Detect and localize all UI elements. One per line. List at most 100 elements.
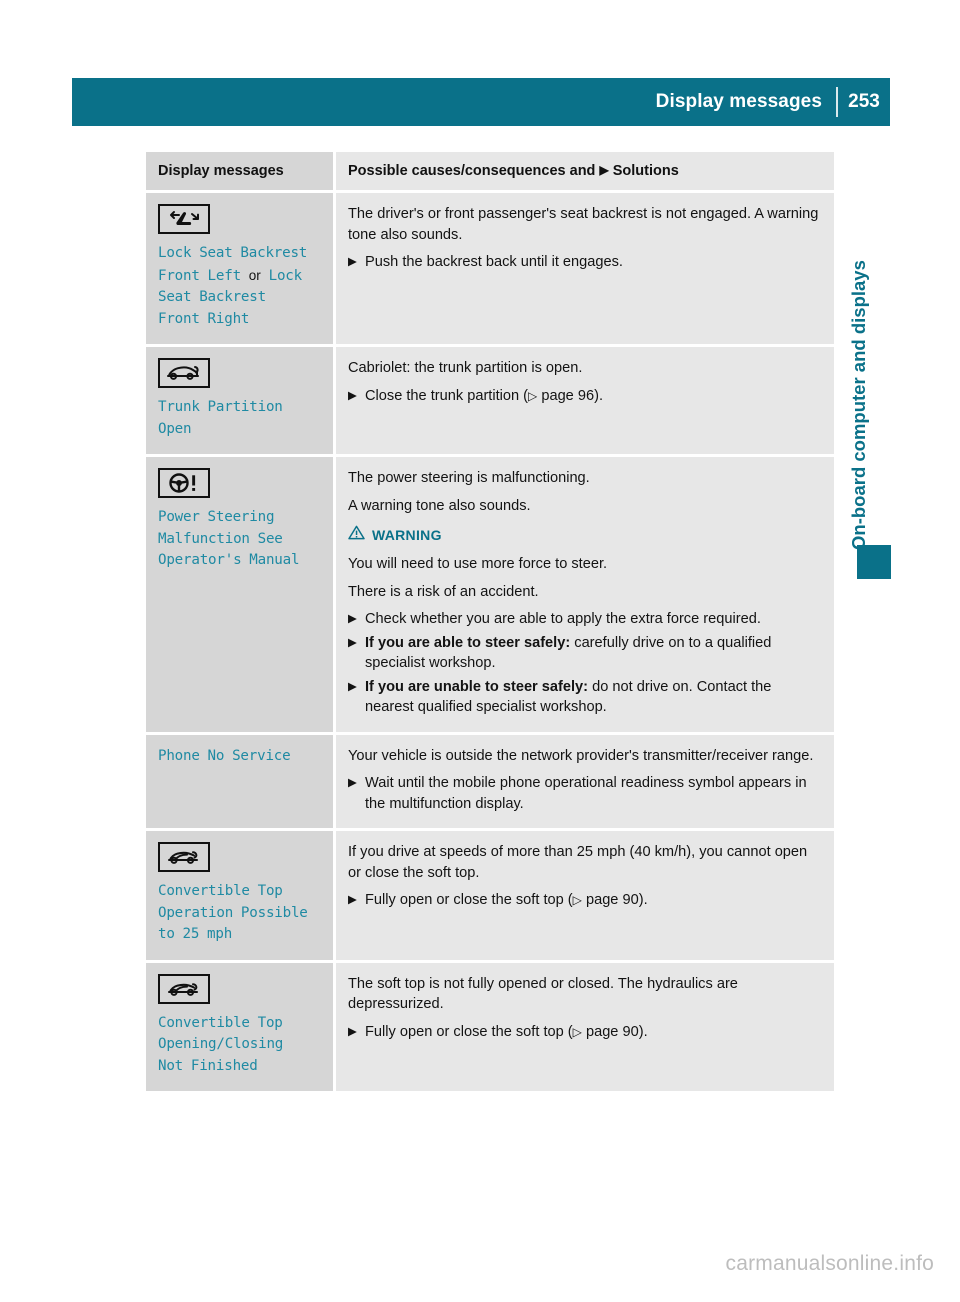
step-bold-lead: If you are unable to steer safely: bbox=[365, 678, 589, 695]
message-cell: Convertible Top Operation Possible to 25… bbox=[146, 831, 336, 960]
message-line: Power Steering bbox=[158, 509, 275, 525]
table-row: Convertible Top Opening/Closing Not Fini… bbox=[146, 962, 834, 1091]
page-reference: ▷ page 96). bbox=[528, 388, 603, 404]
solution-paragraph: The soft top is not fully opened or clos… bbox=[348, 975, 738, 1013]
page-title: Display messages bbox=[655, 91, 822, 112]
message-conjunction: or bbox=[248, 267, 261, 283]
message-text: Phone No Service bbox=[158, 746, 321, 768]
step-text: Push the backrest back until it engages. bbox=[365, 254, 623, 270]
solution-cell: The driver's or front passenger's seat b… bbox=[336, 193, 834, 344]
page-ref-arrow-icon: ▷ bbox=[572, 1024, 582, 1039]
table-row: Trunk Partition Open Cabriolet: the trun… bbox=[146, 347, 834, 457]
page-reference: ▷ page 90). bbox=[573, 1024, 648, 1040]
message-line: Operation Possible bbox=[158, 904, 308, 921]
message-cell: Convertible Top Opening/Closing Not Fini… bbox=[146, 962, 336, 1091]
step-text: Wait until the mobile phone operational … bbox=[365, 775, 807, 812]
solution-step: ▶ Fully open or close the soft top (▷ pag… bbox=[348, 890, 820, 911]
message-text: Trunk Partition Open bbox=[158, 397, 321, 440]
solution-cell: Cabriolet: the trunk partition is open. … bbox=[336, 347, 834, 454]
column-header-solutions-prefix: Possible causes/consequences and bbox=[348, 163, 596, 179]
message-line: Operator's Manual bbox=[158, 552, 300, 568]
header-divider bbox=[836, 87, 838, 117]
warning-paragraph: You will need to use more force to steer… bbox=[348, 556, 608, 572]
seat-backrest-icon bbox=[158, 204, 210, 234]
step-arrow-icon: ▶ bbox=[348, 256, 357, 268]
page-number: 253 bbox=[848, 91, 880, 112]
page-ref-arrow-icon: ▷ bbox=[572, 893, 582, 907]
column-header-display-messages: Display messages bbox=[158, 163, 284, 179]
solution-paragraph: If you drive at speeds of more than 25 m… bbox=[348, 844, 808, 881]
message-text: Power Steering Malfunction See Operator'… bbox=[158, 507, 321, 572]
convertible-top-icon bbox=[158, 842, 210, 872]
message-line: Seat Backrest bbox=[158, 289, 266, 305]
step-arrow-icon: ▶ bbox=[348, 389, 357, 402]
message-line: Lock bbox=[268, 267, 303, 284]
solution-paragraph: Cabriolet: the trunk partition is open. bbox=[348, 360, 583, 376]
message-line: Trunk Partition bbox=[158, 399, 283, 415]
step-arrow-icon: ▶ bbox=[348, 680, 357, 693]
table-row: Lock Seat Backrest Front Left or Lock Se… bbox=[146, 193, 834, 347]
page-ref-text: page 90). bbox=[581, 1023, 648, 1040]
message-line: Phone No Service bbox=[158, 747, 291, 764]
step-text: Fully open or close the soft top ( bbox=[365, 892, 573, 908]
solution-cell: The power steering is malfunctioning. A … bbox=[336, 457, 834, 732]
step-text: Check whether you are able to apply the … bbox=[365, 611, 761, 627]
column-header-solutions: Possible causes/consequences and ▶ Solut… bbox=[348, 162, 820, 180]
solution-step: ▶ Fully open or close the soft top (▷ pag… bbox=[348, 1022, 820, 1043]
step-arrow-icon: ▶ bbox=[348, 894, 357, 906]
trunk-partition-icon bbox=[158, 358, 210, 388]
step-arrow-icon: ▶ bbox=[348, 636, 357, 649]
step-text: Fully open or close the soft top ( bbox=[365, 1023, 573, 1040]
warning-paragraph: There is a risk of an accident. bbox=[348, 583, 539, 600]
page-ref-text: page 96). bbox=[537, 387, 604, 404]
message-text: Convertible Top Opening/Closing Not Fini… bbox=[158, 1013, 321, 1078]
solution-step: ▶ Check whether you are able to apply the… bbox=[348, 609, 820, 630]
solution-cell: If you drive at speeds of more than 25 m… bbox=[336, 831, 834, 960]
step-text: Close the trunk partition ( bbox=[365, 387, 529, 404]
message-line: Open bbox=[158, 420, 192, 437]
chapter-marker-square bbox=[857, 545, 891, 579]
solutions-arrow-icon: ▶ bbox=[599, 163, 609, 177]
message-line: Malfunction See bbox=[158, 530, 283, 547]
table-row: Convertible Top Operation Possible to 25… bbox=[146, 831, 834, 963]
solution-step: ▶ Wait until the mobile phone operational… bbox=[348, 773, 820, 814]
table-header-row: Display messages Possible causes/consequ… bbox=[146, 152, 834, 193]
column-header-solutions-suffix: Solutions bbox=[612, 163, 679, 179]
table-header-cell-left: Display messages bbox=[146, 152, 336, 190]
power-steering-icon bbox=[158, 468, 210, 498]
message-cell: Phone No Service bbox=[146, 734, 336, 828]
table-row: Power Steering Malfunction See Operator'… bbox=[146, 457, 834, 735]
warning-triangle-icon bbox=[348, 525, 365, 545]
solution-step: ▶ If you are able to steer safely: carefu… bbox=[348, 633, 820, 674]
warning-header: WARNING bbox=[348, 525, 820, 545]
message-cell: Power Steering Malfunction See Operator'… bbox=[146, 457, 336, 732]
message-line: Convertible Top bbox=[158, 883, 283, 899]
solution-paragraph: The power steering is malfunctioning. bbox=[348, 470, 590, 486]
message-line: Convertible Top bbox=[158, 1014, 283, 1031]
message-text: Convertible Top Operation Possible to 25… bbox=[158, 881, 321, 946]
chapter-side-tab-label: On-board computer and displays bbox=[848, 260, 869, 550]
solution-step: ▶ Push the backrest back until it engages… bbox=[348, 252, 820, 273]
solution-step: ▶ Close the trunk partition (▷ page 96). bbox=[348, 386, 820, 407]
message-line: Front Right bbox=[158, 310, 250, 327]
message-cell: Lock Seat Backrest Front Left or Lock Se… bbox=[146, 193, 336, 344]
solution-cell: The soft top is not fully opened or clos… bbox=[336, 962, 834, 1091]
step-bold-lead: If you are able to steer safely: bbox=[365, 634, 571, 651]
solution-paragraph: Your vehicle is outside the network prov… bbox=[348, 747, 814, 764]
page-ref-arrow-icon: ▷ bbox=[528, 388, 538, 403]
solution-step: ▶ If you are unable to steer safely: do n… bbox=[348, 677, 820, 718]
solution-paragraph: The driver's or front passenger's seat b… bbox=[348, 206, 819, 243]
message-line: to 25 mph bbox=[158, 926, 233, 942]
page-ref-text: page 90). bbox=[581, 892, 648, 908]
solution-cell: Your vehicle is outside the network prov… bbox=[336, 734, 834, 828]
warning-label: WARNING bbox=[372, 527, 442, 543]
step-arrow-icon: ▶ bbox=[348, 777, 357, 789]
message-line: Lock Seat Backrest bbox=[158, 245, 308, 261]
page-header-bar: Display messages 253 bbox=[72, 78, 890, 126]
page-reference: ▷ page 90). bbox=[573, 892, 648, 908]
table-row: Phone No Service Your vehicle is outside… bbox=[146, 734, 834, 831]
site-watermark: carmanualsonline.info bbox=[725, 1252, 934, 1275]
display-messages-table: Display messages Possible causes/consequ… bbox=[146, 152, 834, 1091]
table-header-cell-right: Possible causes/consequences and ▶ Solut… bbox=[336, 152, 834, 190]
step-arrow-icon: ▶ bbox=[348, 1025, 357, 1038]
